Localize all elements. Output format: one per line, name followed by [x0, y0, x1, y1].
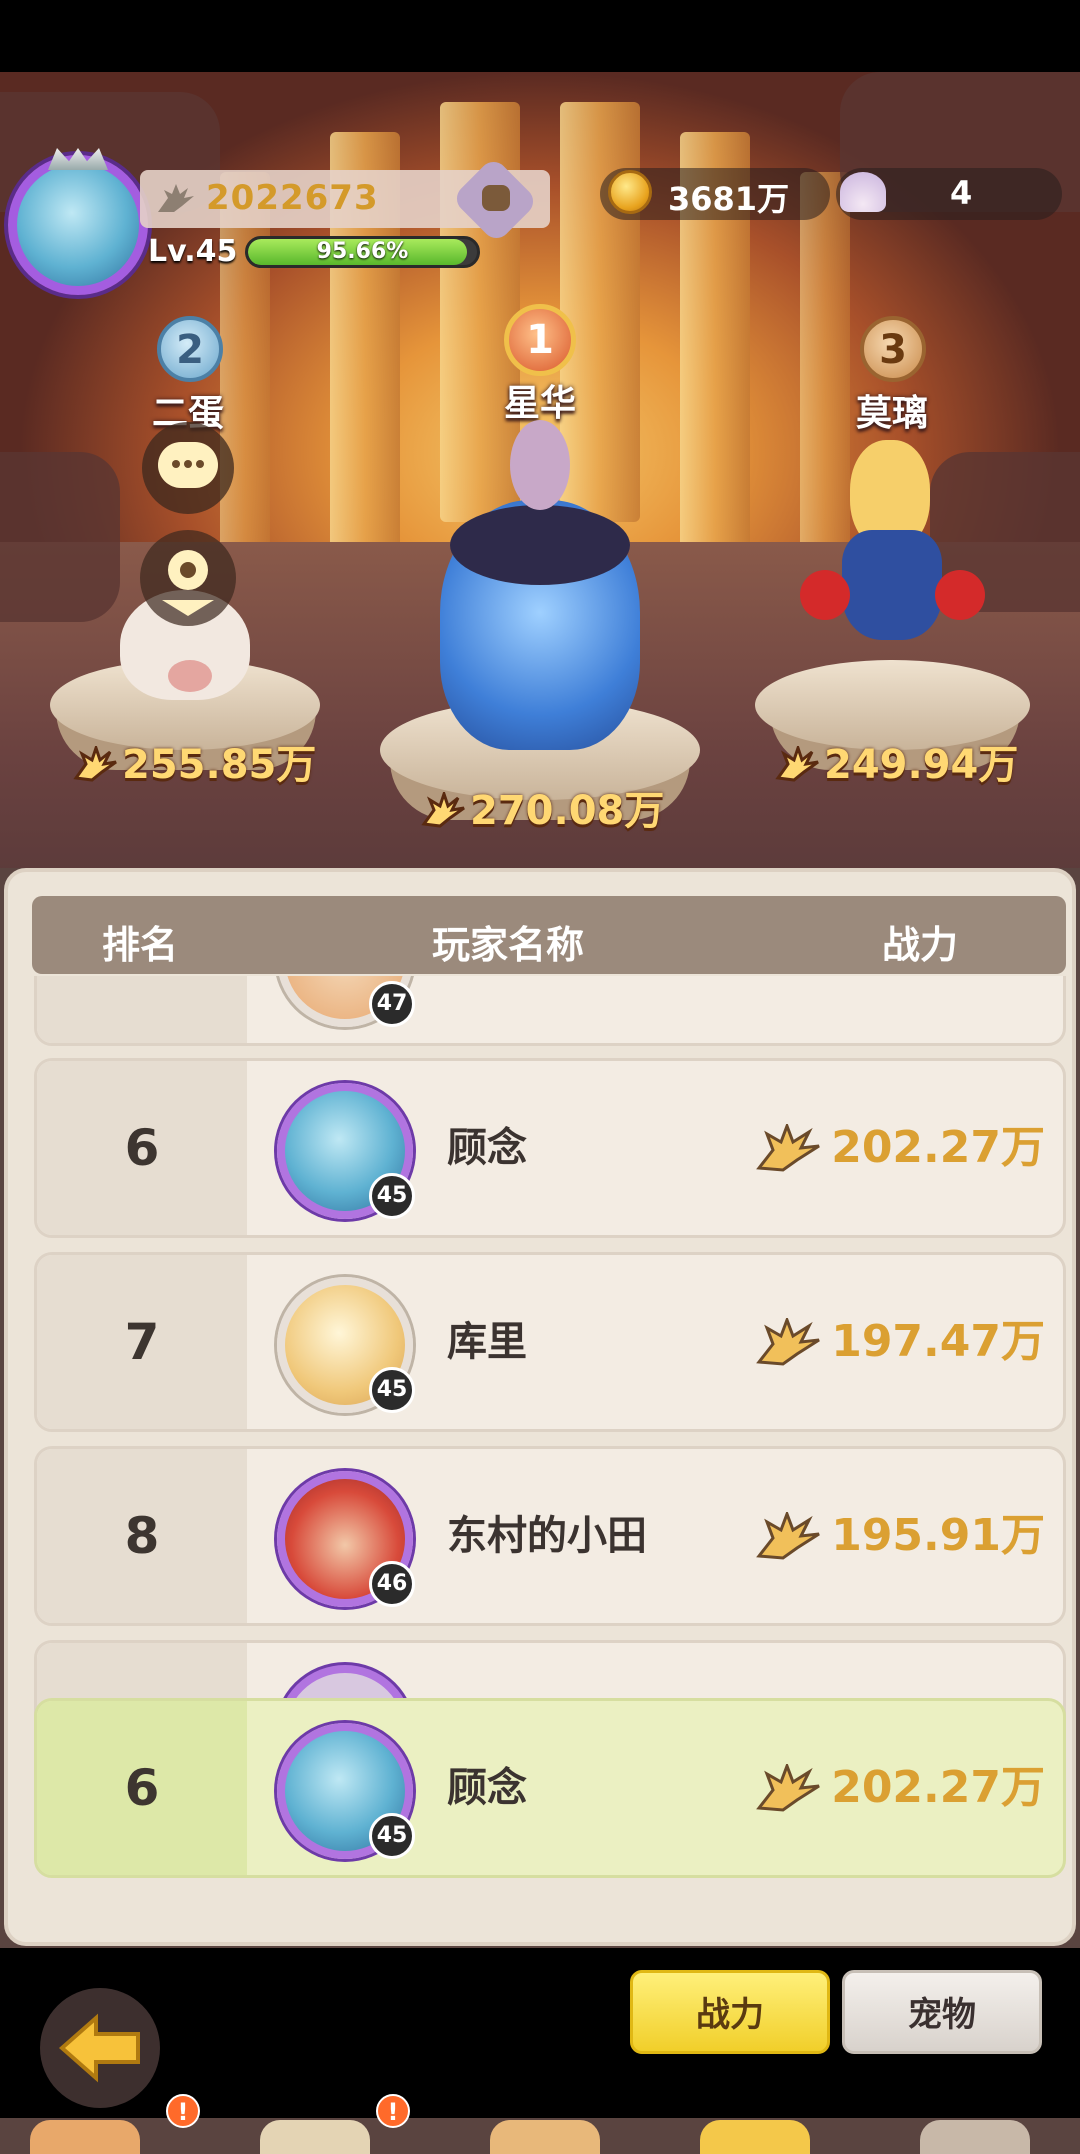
claw-power-icon	[756, 1512, 821, 1560]
alert-badge: !	[166, 2094, 200, 2128]
boxing-glove-left	[800, 570, 850, 620]
rank-medal-3: 3	[860, 316, 926, 382]
podium-power-3-value: 249.94万	[824, 742, 1019, 788]
leaderboard-list[interactable]: 47 6 45 顾念 202.27万 7 45 库里 197.47万 8 46 …	[8, 976, 1080, 1786]
rider-character	[510, 420, 570, 510]
claw-power-icon	[775, 746, 819, 782]
row-power-value: 197.47万	[831, 1316, 1045, 1367]
row-rank: 8	[124, 1507, 160, 1565]
row-player-name: 东村的小田	[447, 1513, 647, 1559]
podium-power-1-value: 270.08万	[470, 788, 665, 834]
claw-power-icon	[756, 1318, 821, 1366]
pin-icon	[162, 550, 214, 616]
level-badge: 45	[369, 1813, 415, 1859]
row-power-value: 195.91万	[831, 1510, 1045, 1561]
table-row[interactable]: 7 45 库里 197.47万	[34, 1252, 1066, 1432]
table-row[interactable]: 8 46 东村的小田 195.91万	[34, 1446, 1066, 1626]
header-power: 战力	[882, 923, 959, 967]
row-player-name: 顾念	[447, 1125, 527, 1171]
header-rank: 排名	[102, 923, 179, 967]
maid-dress	[842, 530, 942, 640]
shell-amount: 4	[950, 174, 973, 212]
claw-power-icon	[756, 1764, 821, 1812]
player-level: Lv.45	[148, 234, 238, 269]
exp-bar: 95.66%	[245, 236, 480, 268]
leaderboard-header: 排名 玩家名称 战力	[32, 896, 1066, 974]
claw-power-icon	[756, 1124, 821, 1172]
bone-icon	[482, 185, 510, 211]
leaderboard-panel: 排名 玩家名称 战力 47 6 45 顾念 202.27万 7 45 库里 19…	[0, 868, 1080, 1948]
my-power: 202.27万	[753, 1701, 1045, 1875]
my-rank-row[interactable]: 6 45 顾念 202.27万	[34, 1698, 1066, 1878]
bottom-nav-item[interactable]	[490, 2120, 600, 2154]
player-avatar[interactable]	[8, 155, 148, 295]
bottom-nav-item[interactable]	[700, 2120, 810, 2154]
alert-badge: !	[376, 2094, 410, 2128]
gold-amount: 3681万	[668, 180, 790, 218]
podium-name-3[interactable]: 莫璃	[792, 384, 992, 436]
level-badge: 45	[369, 1173, 415, 1219]
back-button[interactable]	[40, 1988, 160, 2108]
claw-power-icon	[73, 746, 117, 782]
boxing-glove-right	[935, 570, 985, 620]
podium-power-2: 255.85万	[72, 732, 316, 790]
my-rank: 6	[124, 1759, 160, 1817]
rank-medal-2: 2	[157, 316, 223, 382]
row-rank: 7	[124, 1313, 160, 1371]
back-arrow-icon	[58, 2013, 140, 2083]
podium-name-1[interactable]: 星华	[440, 374, 640, 426]
beast-mane	[450, 505, 630, 585]
podium-power-1: 270.08万	[420, 778, 664, 836]
table-row[interactable]: 47	[34, 976, 1066, 1046]
row-power: 195.91万	[753, 1449, 1045, 1623]
gold-coin-icon	[608, 170, 652, 214]
my-player-name: 顾念	[447, 1765, 527, 1811]
bottom-nav-item[interactable]	[30, 2120, 140, 2154]
claw-power-icon	[158, 184, 194, 212]
level-badge: 45	[369, 1367, 415, 1413]
bottom-nav-item[interactable]	[920, 2120, 1030, 2154]
shell-icon	[840, 172, 886, 212]
podium-power-3: 249.94万	[774, 732, 1018, 790]
exp-percent: 95.66%	[316, 239, 409, 264]
level-badge: 46	[369, 1561, 415, 1607]
status-bar	[0, 0, 1080, 72]
crown-icon	[48, 148, 108, 170]
leaderboard-frame: 排名 玩家名称 战力 47 6 45 顾念 202.27万 7 45 库里 19…	[4, 868, 1076, 1946]
player-power-value: 2022673	[206, 178, 379, 218]
tab-power[interactable]: 战力	[630, 1970, 830, 2054]
chat-bubble-button[interactable]	[142, 422, 234, 514]
row-rank: 6	[124, 1119, 160, 1177]
row-power-value: 202.27万	[831, 1122, 1045, 1173]
podium-power-2-value: 255.85万	[122, 742, 317, 788]
my-power-value: 202.27万	[831, 1762, 1045, 1813]
row-power: 197.47万	[753, 1255, 1045, 1429]
location-pin-button[interactable]	[140, 530, 236, 626]
pig-snout	[168, 660, 212, 692]
level-badge: 47	[369, 981, 415, 1027]
row-power: 202.27万	[753, 1061, 1045, 1235]
rank-medal-1: 1	[504, 304, 576, 376]
header-player-name: 玩家名称	[432, 923, 585, 967]
row-player-name: 库里	[447, 1319, 527, 1365]
bottom-nav-item[interactable]	[260, 2120, 370, 2154]
claw-power-icon	[421, 792, 465, 828]
table-row[interactable]: 6 45 顾念 202.27万	[34, 1058, 1066, 1238]
tab-pet[interactable]: 宠物	[842, 1970, 1042, 2054]
